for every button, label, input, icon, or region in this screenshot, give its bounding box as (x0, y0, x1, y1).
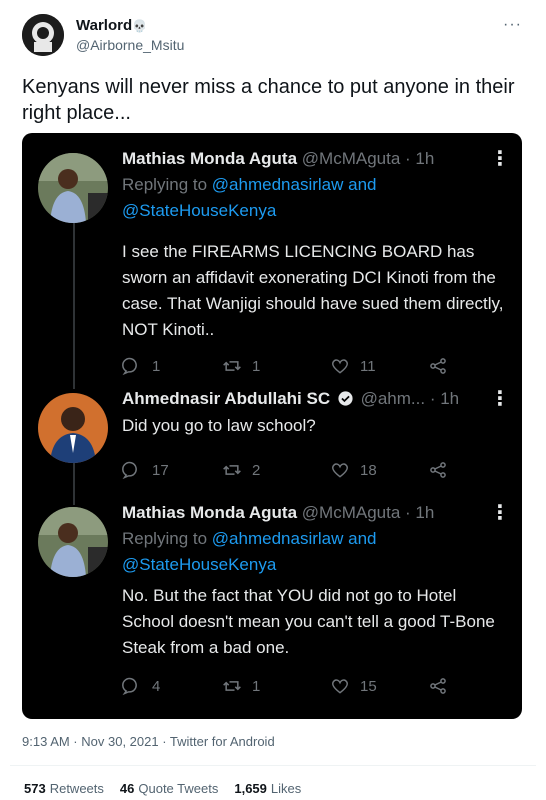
retweet-icon (223, 361, 241, 371)
heart-icon (331, 359, 349, 374)
retweet-button[interactable]: 1 (222, 355, 260, 377)
retweets-count: 573 (24, 781, 46, 796)
reply-header: Mathias Monda Aguta @McMAguta · 1h (122, 501, 512, 525)
reply-item[interactable]: Mathias Monda Aguta @McMAguta · 1h ⋮ Rep… (22, 501, 522, 711)
like-button[interactable]: 15 (330, 675, 377, 697)
action-bar: 17 2 18 (122, 459, 462, 481)
share-button[interactable] (428, 459, 458, 481)
skull-emoji: 💀 (132, 19, 148, 33)
display-name[interactable]: Ahmednasir Abdullahi SC (122, 389, 330, 408)
retweet-icon (223, 681, 241, 691)
time: · 1h (429, 389, 460, 408)
retweet-count: 1 (252, 677, 261, 695)
author-name[interactable]: Warlord💀 (76, 17, 147, 34)
mention-link[interactable]: @StateHouseKenya (122, 555, 276, 574)
reply-text: I see the FIREARMS LICENCING BOARD has s… (122, 242, 504, 339)
avatar[interactable] (38, 153, 108, 223)
more-options-icon[interactable]: ··· (503, 16, 522, 34)
reply-button[interactable]: 1 (122, 355, 160, 377)
author-handle[interactable]: @Airborne_Msitu (76, 37, 184, 53)
share-icon (430, 678, 446, 694)
avatar[interactable] (38, 393, 108, 463)
share-icon (430, 462, 446, 478)
retweet-button[interactable]: 2 (222, 459, 260, 481)
quote-tweets-stat[interactable]: 46 Quote Tweets (120, 781, 218, 796)
action-bar: 1 1 11 (122, 355, 462, 377)
tweet-timestamp[interactable]: 9:13 AM · Nov 30, 2021 · Twitter for And… (22, 734, 275, 749)
likes-count: 1,659 (234, 781, 267, 796)
reply-item[interactable]: Ahmednasir Abdullahi SC @ahm... · 1h ⋮ D… (22, 387, 522, 487)
handle[interactable]: @ahm... (361, 389, 426, 408)
replying-and: and (348, 529, 377, 548)
retweets-stat[interactable]: 573 Retweets (24, 781, 104, 796)
quotes-label: Quote Tweets (138, 781, 219, 796)
tweet-text: Kenyans will never miss a chance to put … (22, 76, 515, 124)
quotes-count: 46 (119, 781, 135, 796)
reply-icon (122, 357, 137, 376)
like-count: 11 (360, 357, 376, 375)
more-options-icon[interactable]: ⋮ (490, 389, 510, 409)
more-options-icon[interactable]: ⋮ (490, 503, 510, 523)
replying-prefix: Replying to (122, 175, 208, 194)
retweet-count: 2 (252, 461, 261, 479)
reply-count: 1 (152, 357, 161, 375)
reply-icon (122, 677, 137, 696)
likes-stat[interactable]: 1,659 Likes (234, 781, 301, 796)
mention-link[interactable]: @ahmednasirlaw (212, 529, 344, 548)
reply-header: Mathias Monda Aguta @McMAguta · 1h (122, 147, 512, 171)
retweets-label: Retweets (49, 781, 104, 796)
author-avatar[interactable] (22, 14, 64, 56)
author-name-text: Warlord (76, 17, 133, 34)
mention-link[interactable]: @ahmednasirlaw (212, 175, 344, 194)
replying-to: Replying to @ahmednasirlaw and @StateHou… (122, 172, 502, 224)
retweet-button[interactable]: 1 (222, 675, 260, 697)
reply-count: 17 (152, 461, 169, 479)
heart-icon (331, 463, 349, 478)
reply-item[interactable]: Mathias Monda Aguta @McMAguta · 1h ⋮ Rep… (22, 147, 522, 377)
handle[interactable]: @McMAguta (302, 503, 401, 522)
share-button[interactable] (428, 675, 458, 697)
action-bar: 4 1 15 (122, 675, 462, 697)
display-name[interactable]: Mathias Monda Aguta (122, 149, 297, 168)
reply-button[interactable]: 4 (122, 675, 160, 697)
handle[interactable]: @McMAguta (302, 149, 401, 168)
reply-text: No. But the fact that YOU did not go to … (122, 586, 495, 657)
heart-icon (331, 679, 349, 694)
like-count: 15 (360, 677, 377, 695)
reply-text: Did you go to law school? (122, 416, 316, 435)
avatar[interactable] (38, 507, 108, 577)
retweet-icon (223, 465, 241, 475)
display-name[interactable]: Mathias Monda Aguta (122, 503, 297, 522)
reply-icon (122, 461, 137, 480)
replying-to: Replying to @ahmednasirlaw and @StateHou… (122, 526, 502, 578)
engagement-stats: 573 Retweets 46 Quote Tweets 1,659 Likes (24, 781, 317, 796)
more-options-icon[interactable]: ⋮ (490, 149, 510, 169)
like-button[interactable]: 18 (330, 459, 377, 481)
embedded-screenshot[interactable]: Mathias Monda Aguta @McMAguta · 1h ⋮ Rep… (22, 133, 522, 719)
time: · 1h (405, 503, 435, 522)
mention-link[interactable]: @StateHouseKenya (122, 201, 276, 220)
reply-button[interactable]: 17 (122, 459, 169, 481)
retweet-count: 1 (252, 357, 261, 375)
share-button[interactable] (428, 355, 458, 377)
replying-prefix: Replying to (122, 529, 208, 548)
divider (10, 765, 536, 766)
verified-badge-icon (338, 391, 353, 406)
share-icon (430, 358, 446, 374)
likes-label: Likes (270, 781, 302, 796)
like-count: 18 (360, 461, 377, 479)
replying-and: and (348, 175, 377, 194)
reply-count: 4 (152, 677, 161, 695)
reply-header: Ahmednasir Abdullahi SC @ahm... · 1h (122, 387, 512, 411)
like-button[interactable]: 11 (330, 355, 376, 377)
time: · 1h (405, 149, 435, 168)
